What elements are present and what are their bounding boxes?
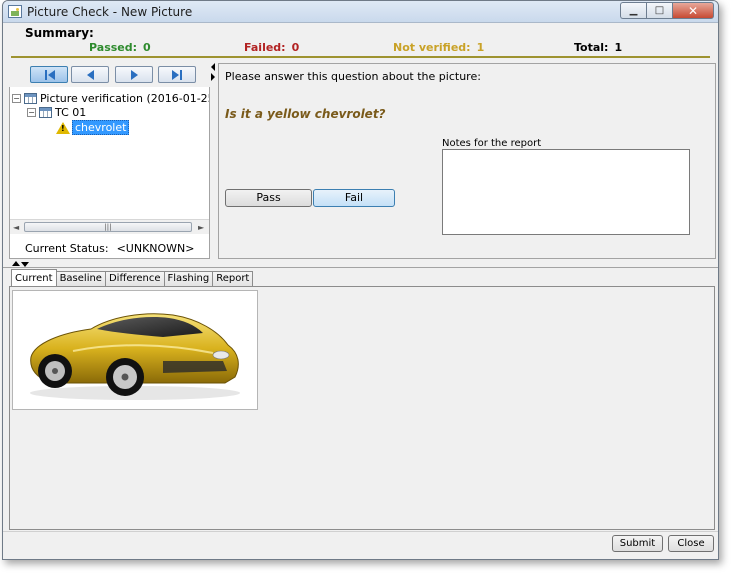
scroll-right-icon[interactable]: ► xyxy=(198,223,204,232)
next-picture-button[interactable] xyxy=(115,66,153,83)
summary-panel: Summary: Passed: 0 Failed: 0 Not verified:… xyxy=(3,23,718,59)
tab-report[interactable]: Report xyxy=(212,271,254,286)
next-arrow-icon xyxy=(130,69,138,80)
collapse-left-icon xyxy=(211,63,215,71)
tab-flashing[interactable]: Flashing xyxy=(163,271,214,286)
failed-label: Failed: xyxy=(244,41,286,54)
window-title: Picture Check - New Picture xyxy=(27,5,193,19)
failed-count: 0 xyxy=(291,41,300,54)
table-icon xyxy=(39,107,52,118)
first-picture-button[interactable] xyxy=(30,66,68,83)
passed-summary: Passed: 0 xyxy=(89,41,151,54)
current-picture xyxy=(12,290,258,410)
footer-divider xyxy=(3,531,718,532)
question-text: Is it a yellow chevrolet? xyxy=(225,107,386,121)
tree-child-label: TC 01 xyxy=(55,106,87,119)
pass-button[interactable]: Pass xyxy=(225,189,312,207)
notes-label: Notes for the report xyxy=(442,138,542,149)
total-label: Total: xyxy=(574,41,609,54)
yellow-car-image xyxy=(30,313,240,400)
close-window-button[interactable]: ✕ xyxy=(672,2,714,19)
status-label: Current Status: xyxy=(25,242,109,255)
splitter-up-icon[interactable] xyxy=(12,261,20,266)
navigation-toolbar xyxy=(9,63,210,87)
summary-title: Summary: xyxy=(25,26,94,40)
not-verified-count: 1 xyxy=(476,41,485,54)
tab-baseline[interactable]: Baseline xyxy=(55,271,106,286)
status-value: <UNKNOWN> xyxy=(116,242,195,255)
notes-textarea[interactable] xyxy=(442,149,690,235)
maximize-button[interactable]: □ xyxy=(646,2,672,19)
failed-summary: Failed: 0 xyxy=(244,41,299,54)
table-icon xyxy=(24,93,37,104)
total-count: 1 xyxy=(614,41,623,54)
warning-icon: ! xyxy=(56,121,70,134)
tree-horizontal-scrollbar[interactable]: ◄ ||| ► xyxy=(10,219,209,234)
tree-root-node[interactable]: − Picture verification (2016-01-25 16.50… xyxy=(12,92,209,105)
picture-app-icon xyxy=(8,5,22,18)
last-arrow-icon xyxy=(171,69,179,80)
picture-check-window: Picture Check - New Picture ▁ □ ✕ Summar… xyxy=(2,0,719,560)
picture-tree[interactable]: − Picture verification (2016-01-25 16.50… xyxy=(10,89,209,219)
horizontal-divider xyxy=(3,267,718,268)
summary-divider xyxy=(11,56,710,58)
first-arrow-icon xyxy=(47,69,55,80)
total-summary: Total: 1 xyxy=(574,41,622,54)
expand-right-icon xyxy=(211,73,215,81)
tree-leaf-node[interactable]: ! chevrolet xyxy=(56,120,130,135)
passed-count: 0 xyxy=(143,41,151,54)
left-panel-collapse-handle[interactable] xyxy=(211,63,217,103)
tree-root-label: Picture verification (2016-01-25 16.50.5… xyxy=(40,92,209,105)
minimize-button[interactable]: ▁ xyxy=(620,2,646,19)
question-prompt: Please answer this question about the pi… xyxy=(225,70,481,83)
submit-button[interactable]: Submit xyxy=(612,535,663,552)
previous-arrow-icon xyxy=(86,69,94,80)
collapse-toggle-icon[interactable]: − xyxy=(12,94,21,103)
pass-button-label: Pass xyxy=(256,191,281,204)
first-bar-icon xyxy=(44,69,47,80)
scroll-left-icon[interactable]: ◄ xyxy=(13,223,19,232)
collapse-toggle-icon[interactable]: − xyxy=(27,108,36,117)
tab-difference[interactable]: Difference xyxy=(104,271,165,286)
previous-picture-button[interactable] xyxy=(71,66,109,83)
current-status: Current Status: <UNKNOWN> xyxy=(25,242,195,255)
not-verified-label: Not verified: xyxy=(393,41,471,54)
close-button[interactable]: Close xyxy=(668,535,714,552)
last-picture-button[interactable] xyxy=(158,66,196,83)
picture-tabs: Current Baseline Difference Flashing Rep… xyxy=(11,269,254,286)
fail-button-label: Fail xyxy=(344,191,364,204)
passed-label: Passed: xyxy=(89,41,138,54)
scroll-thumb[interactable]: ||| xyxy=(24,222,192,232)
tab-current[interactable]: Current xyxy=(11,269,57,286)
not-verified-summary: Not verified: 1 xyxy=(393,41,484,54)
fail-button[interactable]: Fail xyxy=(313,189,395,207)
tree-leaf-label: chevrolet xyxy=(72,120,130,135)
last-bar-icon xyxy=(179,69,182,80)
tree-child-node[interactable]: − TC 01 xyxy=(27,106,86,119)
title-bar[interactable]: Picture Check - New Picture ▁ □ ✕ xyxy=(3,1,718,23)
